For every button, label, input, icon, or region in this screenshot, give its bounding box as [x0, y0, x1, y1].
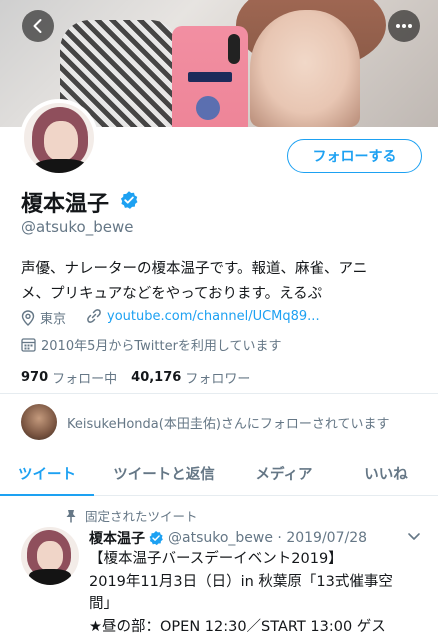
profile-bio: 声優、ナレーターの榎本温子です。報道、麻雀、アニ メ、プリキュアなどをやっており… — [21, 257, 421, 307]
profile-handle: @atsuko_bewe — [21, 218, 134, 236]
following-count[interactable]: 970 — [21, 370, 48, 385]
avatar-body — [29, 569, 71, 585]
avatar-body — [34, 159, 88, 173]
chevron-down-icon[interactable] — [407, 532, 421, 542]
more-horizontal-icon — [396, 24, 412, 28]
pinned-tweet-label: 固定されたツイート — [65, 506, 198, 525]
profile-tabs: ツイート ツイートと返信 メディア いいね — [0, 452, 438, 496]
following-label[interactable]: フォロー中 — [52, 368, 117, 387]
location-row: 東京 — [21, 308, 66, 327]
display-name: 榎本温子 — [21, 192, 110, 217]
calendar-icon — [21, 338, 36, 352]
profile-avatar[interactable] — [20, 99, 98, 177]
tab-tweets-and-replies[interactable]: ツイートと返信 — [94, 452, 234, 495]
banner-phone-logo — [188, 72, 232, 82]
followers-count[interactable]: 40,176 — [131, 370, 181, 385]
back-button[interactable] — [22, 10, 54, 42]
bio-line: メ、プリキュアなどをやっております。えるぷ — [21, 286, 323, 302]
followers-label[interactable]: フォロワー — [185, 368, 250, 387]
bio-line: 声優、ナレーターの榎本温子です。報道、麻雀、アニ — [21, 261, 368, 277]
website-link[interactable]: youtube.com/channel/UCMq89... — [86, 308, 320, 324]
tweet-author-avatar[interactable] — [21, 527, 79, 585]
pin-icon — [66, 509, 76, 522]
banner-phone-camera — [228, 34, 240, 64]
location-text: 東京 — [40, 312, 67, 327]
verified-badge-icon — [120, 191, 138, 209]
banner-phone-emblem — [196, 96, 220, 120]
banner-phone — [172, 26, 248, 127]
follower-avatar — [21, 404, 57, 440]
tweet-meta: @atsuko_bewe · 2019/07/28 — [168, 530, 368, 546]
pinned-label-text: 固定されたツイート — [85, 509, 198, 524]
follow-button[interactable]: フォローする — [287, 139, 422, 173]
location-pin-icon — [21, 309, 35, 326]
link-icon — [87, 309, 101, 323]
tweet-header: 榎本温子 @atsuko_bewe · 2019/07/28 — [89, 528, 367, 548]
verified-badge-icon — [149, 531, 163, 546]
followed-by-text: KeisukeHonda(本田圭佑)さんにフォローされています — [67, 416, 390, 432]
more-button[interactable] — [388, 10, 420, 42]
tab-media[interactable]: メディア — [234, 452, 334, 495]
divider — [0, 393, 438, 394]
tab-tweets[interactable]: ツイート — [0, 452, 94, 496]
arrow-left-icon — [33, 19, 42, 33]
avatar-face — [37, 541, 63, 571]
tweet-text[interactable]: 【榎本温子バースデーイベント2019】 2019年11月3日（日）in 秋葉原「… — [89, 548, 425, 638]
website-link-text[interactable]: youtube.com/channel/UCMq89... — [107, 309, 320, 324]
tweet-author-name[interactable]: 榎本温子 — [89, 528, 145, 548]
joined-text: 2010年5月からTwitterを利用しています — [41, 339, 282, 354]
tab-likes[interactable]: いいね — [334, 452, 438, 495]
banner-face — [250, 10, 360, 127]
joined-row: 2010年5月からTwitterを利用しています — [21, 335, 282, 354]
avatar-face — [44, 121, 78, 161]
follow-counts: 970 フォロー中 40,176 フォロワー — [21, 368, 264, 387]
followed-by-row[interactable]: KeisukeHonda(本田圭佑)さんにフォローされています — [21, 404, 390, 440]
